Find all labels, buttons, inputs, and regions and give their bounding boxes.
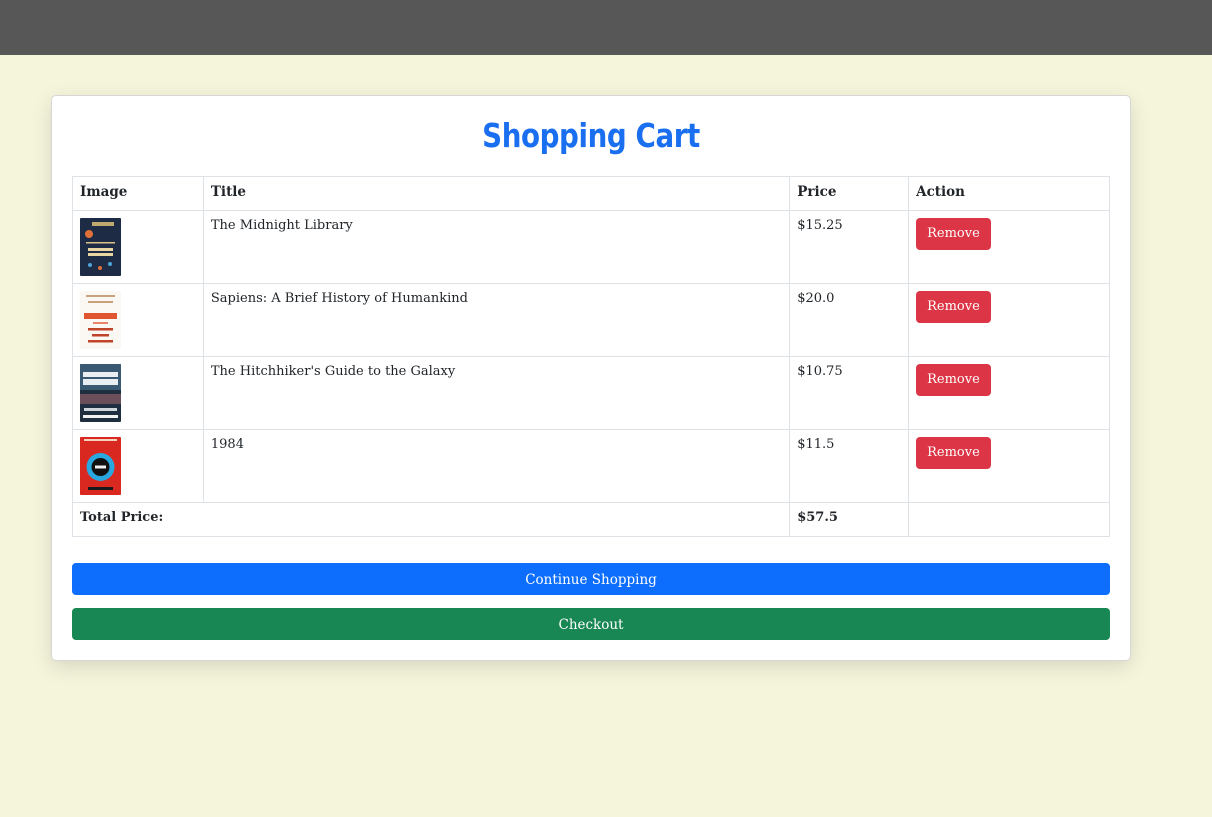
item-price: $11.5 xyxy=(789,429,910,503)
item-price: $10.75 xyxy=(789,356,910,430)
remove-button[interactable]: Remove xyxy=(916,218,991,250)
page-title: Shopping Cart xyxy=(482,116,700,155)
item-title: The Midnight Library xyxy=(202,210,791,284)
remove-button[interactable]: Remove xyxy=(916,437,991,469)
book-cover-hitchhiker-icon xyxy=(80,364,121,422)
action-cell: Remove xyxy=(908,429,1110,503)
table-row: The Midnight Library $15.25 Remove xyxy=(72,210,1110,284)
checkout-button[interactable]: Checkout xyxy=(72,608,1110,640)
header-image: Image xyxy=(72,176,204,211)
cover-cell xyxy=(72,356,204,430)
header-action: Action xyxy=(908,176,1110,211)
table-header-row: Image Title Price Action xyxy=(72,176,1110,211)
top-navbar xyxy=(0,0,1212,55)
book-cover-midnight-library-icon xyxy=(80,218,121,276)
table-row: The Hitchhiker's Guide to the Galaxy $10… xyxy=(72,356,1110,430)
total-row: Total Price: $57.5 xyxy=(71,502,1110,537)
remove-button[interactable]: Remove xyxy=(916,291,991,323)
cart-table: Image Title Price Action The Midnight Li… xyxy=(71,176,1110,537)
total-price: $57.5 xyxy=(789,502,910,537)
table-row: Sapiens: A Brief History of Humankind $2… xyxy=(72,283,1110,357)
table-row: 1984 $11.5 Remove xyxy=(72,429,1110,503)
header-title: Title xyxy=(202,176,791,211)
continue-shopping-button[interactable]: Continue Shopping xyxy=(72,563,1110,595)
item-title: Sapiens: A Brief History of Humankind xyxy=(202,283,791,357)
action-cell: Remove xyxy=(908,283,1110,357)
remove-button[interactable]: Remove xyxy=(916,364,991,396)
action-cell: Remove xyxy=(908,356,1110,430)
cover-cell xyxy=(72,429,204,503)
item-title: The Hitchhiker's Guide to the Galaxy xyxy=(202,356,791,430)
item-price: $15.25 xyxy=(789,210,910,284)
cover-cell xyxy=(72,283,204,357)
action-cell: Remove xyxy=(908,210,1110,284)
item-title: 1984 xyxy=(202,429,791,503)
item-price: $20.0 xyxy=(789,283,910,357)
book-cover-1984-icon xyxy=(80,437,121,495)
cover-cell xyxy=(72,210,204,284)
header-price: Price xyxy=(789,176,910,211)
total-label: Total Price: xyxy=(71,502,791,537)
book-cover-sapiens-icon xyxy=(80,291,121,349)
total-empty-cell xyxy=(908,502,1110,537)
